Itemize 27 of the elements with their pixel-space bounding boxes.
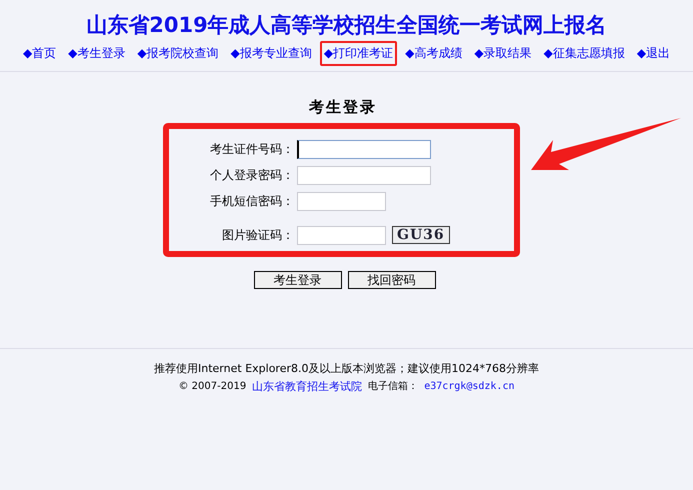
form-button[interactable]: 考生登录 [254,271,342,289]
email-label: 电子信箱： [368,380,418,394]
field-label: 考生证件号码： [209,140,294,158]
field-label: 个人登录密码： [209,166,294,184]
field-label: 图片验证码： [221,226,294,244]
nav-link[interactable]: ◆征集志愿填报 [540,41,629,66]
captcha-image: GU36 [392,226,450,244]
input-field[interactable] [297,226,386,244]
org-link[interactable]: 山东省教育招生考试院 [252,378,362,396]
nav-link[interactable]: ◆打印准考证 [320,41,398,66]
nav-link[interactable]: ◆报考专业查询 [226,41,316,66]
nav-link[interactable]: ◆录取结果 [470,41,536,66]
input-field[interactable] [297,192,386,210]
form-heading: 考生登录 [308,98,378,117]
input-field[interactable] [297,166,431,184]
nav-link[interactable]: ◆考生登录 [64,41,130,66]
field-label: 手机短信密码： [209,192,294,210]
site-title: 山东省2019年成人高等学校招生全国统一考试网上报名 [85,12,608,38]
form-button[interactable]: 找回密码 [348,271,436,289]
nav-link[interactable]: ◆高考成绩 [401,41,466,66]
nav-link[interactable]: ◆首页 [18,41,60,66]
nav-link[interactable]: ◆退出 [632,41,674,66]
browser-note: 推荐使用Internet Explorer8.0及以上版本浏览器；建议使用1024*768分辨率 [153,361,540,377]
copyright-text: © 2007-2019 [178,380,246,394]
nav-link[interactable]: ◆报考院校查询 [133,41,223,66]
email-link[interactable]: e37crgk@sdzk.cn [424,378,514,396]
input-field[interactable] [297,140,431,158]
